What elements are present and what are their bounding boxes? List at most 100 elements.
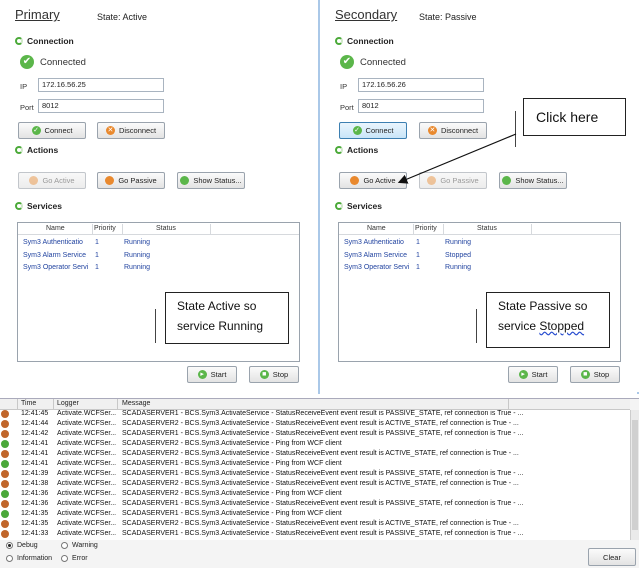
- log-row[interactable]: 12:41:42 Activate.WCFSer... SCADASERVER1 -…: [0, 430, 630, 440]
- log-message: SCADASERVER1 - BCS.Sym3.ActivateService …: [122, 470, 524, 477]
- log-time: 12:41:33: [21, 530, 49, 537]
- section-ring-icon: [335, 202, 343, 210]
- log-message: SCADASERVER1 - BCS.Sym3.ActivateService …: [122, 530, 524, 537]
- connection-heading: Connection: [15, 36, 74, 46]
- column-divider: [531, 224, 532, 234]
- connect-icon: ✓: [31, 126, 41, 135]
- port-field[interactable]: 8012: [358, 99, 484, 113]
- log-table-header: Time Logger Message: [0, 399, 630, 410]
- column-divider: [53, 399, 54, 410]
- state-passive-callout: State Passive so service Stopped: [486, 292, 610, 348]
- service-name: Sym3 Operator Servi: [344, 264, 410, 271]
- callout-word: service: [498, 319, 540, 333]
- show-status-button[interactable]: Show Status...: [177, 172, 245, 189]
- go-active-icon: [350, 176, 360, 185]
- port-field[interactable]: 8012: [38, 99, 164, 113]
- debug-filter[interactable]: Debug: [6, 542, 38, 549]
- column-divider: [443, 224, 444, 234]
- connection-status-text: Connected: [40, 56, 86, 68]
- debug-level-icon: [1, 420, 9, 428]
- section-ring-icon: [335, 146, 343, 154]
- log-time: 12:41:41: [21, 460, 49, 467]
- log-time: 12:41:36: [21, 500, 49, 507]
- service-status: Running: [445, 239, 472, 246]
- error-filter[interactable]: Error: [61, 555, 88, 562]
- log-row[interactable]: 12:41:36 Activate.WCFSer... SCADASERVER2 -…: [0, 490, 630, 500]
- column-divider: [508, 399, 509, 410]
- log-row[interactable]: 12:41:41 Activate.WCFSer... SCADASERVER2 -…: [0, 450, 630, 460]
- disconnect-icon: ✕: [105, 126, 115, 135]
- log-message: SCADASERVER2 - BCS.Sym3.ActivateService …: [122, 420, 519, 427]
- ip-label: IP: [20, 82, 28, 91]
- log-panel: Time Logger Message 12:41:45 Activate.WCF…: [0, 398, 639, 568]
- log-time: 12:41:41: [21, 450, 49, 457]
- debug-level-icon: [1, 450, 9, 458]
- service-name: Sym3 Authenticatio: [23, 239, 83, 246]
- scrollbar-thumb[interactable]: [632, 420, 638, 530]
- log-logger: Activate.WCFSer...: [57, 460, 117, 467]
- service-priority: 1: [95, 264, 99, 271]
- debug-level-icon: [1, 500, 9, 508]
- column-header-time[interactable]: Time: [21, 400, 36, 407]
- log-row[interactable]: 12:41:35 Activate.WCFSer... SCADASERVER2 -…: [0, 520, 630, 530]
- column-header-status: Status: [156, 225, 176, 232]
- column-divider: [210, 224, 211, 234]
- log-row[interactable]: 12:41:36 Activate.WCFSer... SCADASERVER1 -…: [0, 500, 630, 510]
- log-message: SCADASERVER2 - BCS.Sym3.ActivateService …: [122, 490, 342, 497]
- log-row[interactable]: 12:41:35 Activate.WCFSer... SCADASERVER1 -…: [0, 510, 630, 520]
- port-label: Port: [20, 103, 34, 112]
- debug-level-icon: [1, 430, 9, 438]
- section-ring-icon: [15, 202, 23, 210]
- debug-level-icon: [1, 520, 9, 528]
- ip-field[interactable]: 172.16.56.25: [38, 78, 164, 92]
- stop-button-label: Stop: [272, 370, 289, 379]
- log-logger: Activate.WCFSer...: [57, 490, 117, 497]
- start-button[interactable]: ▸ Start: [187, 366, 237, 383]
- log-logger: Activate.WCFSer...: [57, 510, 117, 517]
- go-active-button[interactable]: Go Active: [18, 172, 86, 189]
- connection-status: ✔ Connected: [20, 55, 86, 69]
- panel-title: Secondary: [335, 7, 398, 22]
- connect-button[interactable]: ✓ Connect: [18, 122, 86, 139]
- log-row[interactable]: 12:41:38 Activate.WCFSer... SCADASERVER2 -…: [0, 480, 630, 490]
- log-row[interactable]: 12:41:41 Activate.WCFSer... SCADASERVER1 -…: [0, 460, 630, 470]
- log-logger: Activate.WCFSer...: [57, 500, 117, 507]
- service-priority: 1: [95, 252, 99, 259]
- stop-button[interactable]: ■ Stop: [570, 366, 620, 383]
- information-filter-label: Information: [17, 555, 53, 562]
- ip-field[interactable]: 172.16.56.26: [358, 78, 484, 92]
- go-active-icon: [29, 176, 39, 185]
- callout-text: State Passive so service Stopped: [487, 293, 609, 336]
- service-priority: 1: [416, 264, 420, 271]
- callout-bracket: [155, 309, 156, 343]
- radio-button-icon: [6, 542, 13, 549]
- state-label: State: Passive: [419, 12, 477, 22]
- log-row[interactable]: 12:41:39 Activate.WCFSer... SCADASERVER1 -…: [0, 470, 630, 480]
- disconnect-button[interactable]: ✕ Disconnect: [97, 122, 165, 139]
- start-button[interactable]: ▸ Start: [508, 366, 558, 383]
- clear-button[interactable]: Clear: [588, 548, 636, 566]
- stop-button-label: Stop: [593, 370, 610, 379]
- go-passive-button[interactable]: Go Passive: [97, 172, 165, 189]
- information-filter[interactable]: Information: [6, 555, 52, 562]
- log-scrollbar[interactable]: [630, 410, 639, 540]
- log-message: SCADASERVER2 - BCS.Sym3.ActivateService …: [122, 450, 519, 457]
- column-header-message[interactable]: Message: [122, 400, 150, 407]
- column-header-logger[interactable]: Logger: [57, 400, 79, 407]
- stop-button[interactable]: ■ Stop: [249, 366, 299, 383]
- callout-line: service Stopped: [498, 316, 603, 336]
- log-row[interactable]: 12:41:33 Activate.WCFSer... SCADASERVER1 -…: [0, 530, 630, 540]
- connection-heading-label: Connection: [347, 36, 394, 46]
- info-level-icon: [1, 490, 9, 498]
- log-logger: Activate.WCFSer...: [57, 520, 117, 527]
- log-row[interactable]: 12:41:41 Activate.WCFSer... SCADASERVER2 -…: [0, 440, 630, 450]
- log-time: 12:41:45: [21, 410, 49, 417]
- warning-filter[interactable]: Warning: [61, 542, 98, 549]
- column-divider: [122, 224, 123, 234]
- disconnect-button-label: Disconnect: [118, 126, 157, 135]
- log-row[interactable]: 12:41:44 Activate.WCFSer... SCADASERVER2 -…: [0, 420, 630, 430]
- log-row[interactable]: 12:41:45 Activate.WCFSer... SCADASERVER1 -…: [0, 410, 630, 420]
- log-list[interactable]: 12:41:45 Activate.WCFSer... SCADASERVER1 -…: [0, 410, 630, 540]
- service-name: Sym3 Alarm Service: [344, 252, 408, 259]
- connect-icon: ✓: [352, 126, 362, 135]
